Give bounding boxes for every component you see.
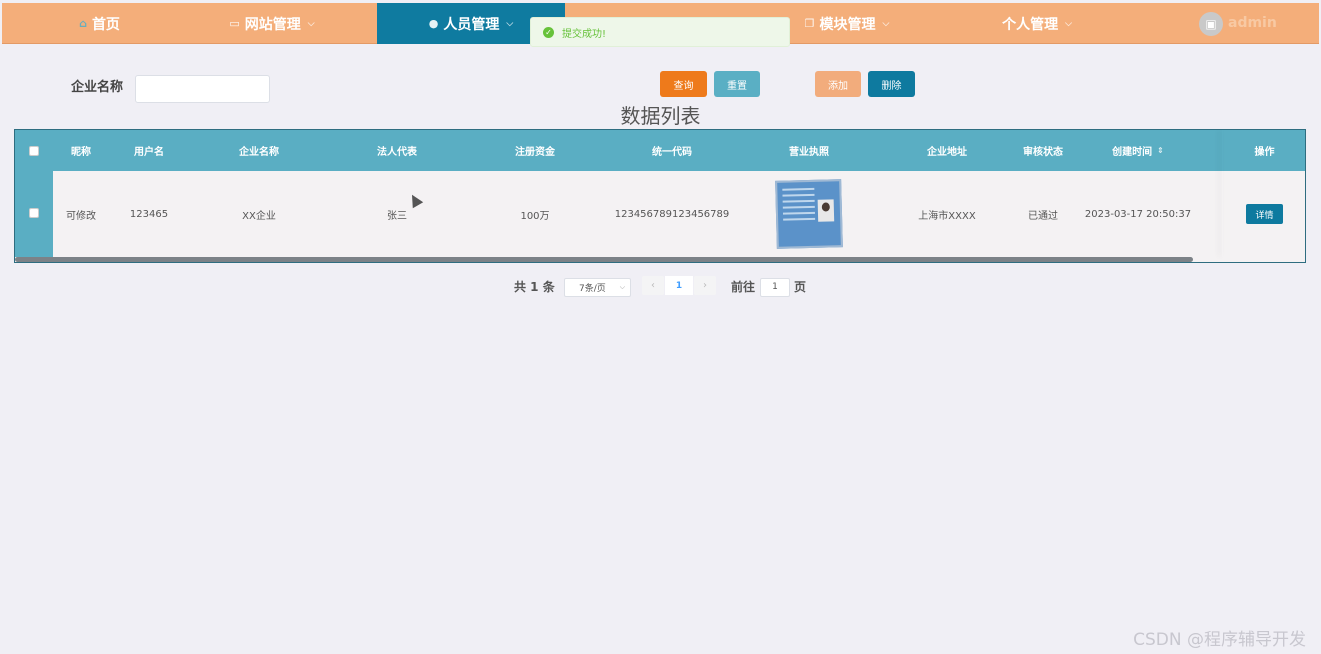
reset-button[interactable]: 重置 [714, 71, 760, 97]
license-photo [817, 199, 835, 222]
monitor-icon: ▭ [229, 17, 240, 30]
success-toast: ✓ 提交成功! [530, 17, 790, 47]
cell-code: 123456789123456789 [614, 208, 730, 220]
nav-item-label: 模块管理 [819, 16, 876, 33]
delete-button[interactable]: 删除 [868, 71, 915, 97]
row-select-cell [15, 171, 53, 257]
cell-license [739, 171, 879, 257]
horizontal-scrollbar[interactable] [15, 257, 1193, 262]
business-license-image[interactable] [775, 179, 843, 249]
avatar[interactable]: ▣ [1199, 12, 1223, 36]
license-line [782, 187, 815, 191]
row-checkbox[interactable] [29, 208, 39, 218]
page-size-select[interactable]: 7条/页 ⌵ [564, 278, 631, 297]
chevron-left-icon: ‹ [651, 280, 655, 291]
column-header: 审核状态 [1023, 147, 1063, 158]
list-title: 数据列表 [620, 104, 701, 128]
username-label[interactable]: admin [1228, 15, 1277, 31]
cell-status: 已通过 [1028, 210, 1058, 222]
column-header: 统一代码 [652, 147, 692, 158]
pagination-total: 共 1 条 [514, 280, 555, 294]
column-header: 昵称 [71, 147, 91, 158]
license-line [782, 211, 815, 215]
detail-button[interactable]: 详情 [1246, 204, 1283, 224]
page-number-current[interactable]: 1 [665, 276, 693, 295]
watermark: CSDN @程序辅导开发 [1133, 630, 1306, 650]
column-header: 企业地址 [927, 147, 967, 158]
toast-message: 提交成功! [562, 28, 607, 40]
column-header-created-time[interactable]: 创建时间 ⇕ [1071, 130, 1205, 171]
chevron-down-icon: ⌵ [619, 283, 625, 291]
license-line [782, 205, 815, 209]
page-size-value: 7条/页 [579, 284, 606, 294]
nav-item-website-management[interactable]: ▭ 网站管理 ⌵ [197, 3, 347, 44]
cell-legal-rep: 张三 [387, 210, 407, 222]
cell-capital: 100万 [520, 210, 550, 222]
table-header: 昵称 用户名 企业名称 法人代表 注册资金 统一代码 营业执照 企业地址 审核状… [15, 130, 1305, 171]
column-header: 注册资金 [515, 147, 555, 158]
cell-actions: 详情 [1222, 171, 1305, 257]
nav-item-label: 个人管理 [1002, 16, 1059, 33]
company-name-input[interactable] [135, 75, 270, 103]
fixed-column-shadow [1222, 130, 1223, 257]
column-header: 操作 [1254, 147, 1275, 158]
chevron-down-icon: ⌵ [882, 18, 890, 29]
cell-created-time: 2023-03-17 20:50:37 [1084, 208, 1192, 220]
chevron-down-icon: ⌵ [506, 18, 514, 29]
column-header: 营业执照 [789, 147, 829, 158]
query-button[interactable]: 查询 [660, 71, 707, 97]
column-header-label: 创建时间 [1112, 147, 1153, 158]
sort-icon[interactable]: ⇕ [1157, 146, 1164, 155]
nav-item-label: 网站管理 [244, 16, 301, 33]
column-header: 企业名称 [239, 147, 279, 158]
nav-item-home[interactable]: ⌂ 首页 [42, 3, 157, 44]
user-icon: ● [428, 17, 439, 30]
company-name-label: 企业名称 [71, 80, 124, 95]
image-icon: ▣ [1205, 17, 1217, 31]
license-text-lines [782, 187, 816, 225]
select-all-checkbox[interactable] [29, 145, 39, 156]
license-line [782, 193, 815, 197]
cell-nickname: 可修改 [66, 210, 96, 222]
select-all-cell [15, 130, 53, 171]
cell-company: XX企业 [242, 210, 276, 222]
nav-item-module-management[interactable]: ❐ 模块管理 ⌵ [777, 3, 917, 44]
goto-page-input[interactable]: 1 [760, 278, 790, 297]
column-header: 法人代表 [377, 147, 417, 158]
license-line [783, 217, 816, 221]
cell-username: 123465 [129, 208, 169, 220]
prev-page-button[interactable]: ‹ [642, 276, 664, 295]
add-button[interactable]: 添加 [815, 71, 861, 97]
goto-unit-label: 页 [794, 280, 807, 294]
goto-label: 前往 [731, 280, 756, 294]
chevron-down-icon: ⌵ [1065, 18, 1072, 29]
chevron-down-icon: ⌵ [307, 18, 315, 29]
column-header: 用户名 [134, 147, 164, 158]
nav-item-label: 首页 [91, 16, 120, 33]
copy-icon: ❐ [804, 17, 815, 30]
check-circle-icon: ✓ [543, 26, 554, 38]
home-icon: ⌂ [79, 17, 87, 30]
next-page-button[interactable]: › [694, 276, 716, 295]
cell-address: 上海市XXXX [918, 210, 976, 222]
license-line [782, 199, 815, 203]
data-table: 昵称 用户名 企业名称 法人代表 注册资金 统一代码 营业执照 企业地址 审核状… [14, 129, 1306, 263]
nav-item-personal-management[interactable]: 个人管理 ⌵ [967, 3, 1107, 44]
nav-item-label: 人员管理 [443, 16, 500, 33]
chevron-right-icon: › [703, 280, 707, 291]
